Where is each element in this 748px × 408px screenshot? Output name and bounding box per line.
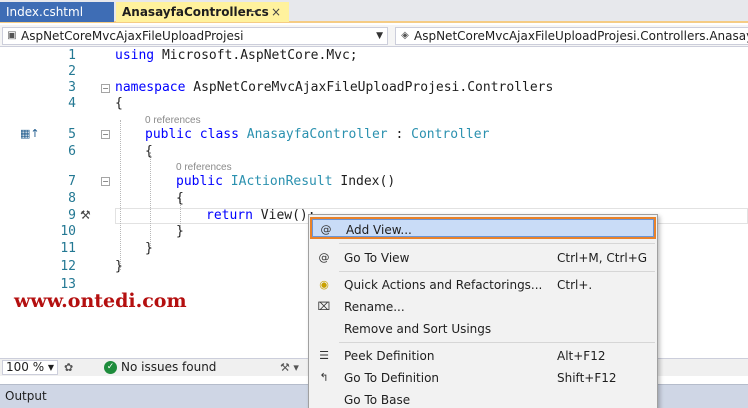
line-number: 3 (68, 80, 76, 95)
zoom-dropdown[interactable]: 100 % ▼ (2, 360, 58, 375)
menu-separator (339, 342, 655, 343)
tab-label: Index.cshtml (6, 5, 84, 19)
menu-item-label: Go To Definition (344, 371, 440, 385)
line-number: 8 (68, 191, 76, 206)
close-icon[interactable]: × (271, 2, 281, 22)
intellicode-icon[interactable]: ✿ (64, 359, 73, 376)
menu-item-label: Add View... (346, 223, 412, 237)
csharp-project-icon: ▣ (7, 30, 17, 41)
code-line: 3 namespace AspNetCoreMvcAjaxFileUploadP… (0, 80, 748, 96)
menu-item-label: Remove and Sort Usings (344, 322, 492, 336)
tab-index-cshtml[interactable]: Index.cshtml (0, 2, 114, 22)
code-text: { (145, 144, 153, 159)
line-number: 10 (60, 224, 76, 239)
menu-separator (339, 271, 655, 272)
codelens-references[interactable]: 0 references (145, 115, 201, 126)
code-text: } (145, 241, 153, 256)
menu-item-add-view[interactable]: @ Add View... (310, 217, 656, 239)
code-text: } (176, 224, 184, 239)
code-line: 5 public class AnasayfaController : Cont… (0, 127, 748, 143)
line-number: 5 (68, 127, 76, 142)
menu-item-quick-actions[interactable]: ◉ Quick Actions and Refactorings... Ctrl… (310, 274, 656, 296)
code-text: public IActionResult Index() (176, 174, 396, 189)
menu-item-rename[interactable]: ⌧ Rename... (310, 296, 656, 318)
class-icon: ◈ (401, 30, 409, 41)
line-number: 11 (60, 241, 76, 256)
code-line: 8 { (0, 191, 748, 207)
menu-item-shortcut: Shift+F12 (557, 371, 617, 385)
go-to-definition-icon: ↰ (319, 371, 329, 384)
menu-item-shortcut: Ctrl+M, Ctrl+G (557, 251, 648, 265)
menu-separator (339, 243, 655, 244)
menu-item-label: Rename... (344, 300, 405, 314)
line-number: 2 (68, 64, 76, 79)
code-text: { (115, 96, 123, 111)
line-number: 6 (68, 144, 76, 159)
code-text: public class AnasayfaController : Contro… (145, 127, 490, 142)
menu-item-remove-sort-usings[interactable]: Remove and Sort Usings (310, 318, 656, 340)
code-line: 7 public IActionResult Index() (0, 174, 748, 190)
tab-anasayfa-controller[interactable]: AnasayfaController.cs ⊸ × (116, 2, 289, 22)
code-cleanup-icon[interactable]: ⚒ ▾ (280, 359, 299, 376)
project-dropdown[interactable]: ▣ AspNetCoreMvcAjaxFileUploadProjesi ▼ (2, 27, 388, 45)
project-dropdown-value: AspNetCoreMvcAjaxFileUploadProjesi (21, 29, 244, 43)
rename-icon: ⌧ (317, 300, 331, 313)
code-line: 2 (0, 64, 748, 80)
code-line: 6 { (0, 144, 748, 160)
zoom-value: 100 % (6, 360, 45, 374)
check-circle-icon: ✓ (104, 361, 117, 374)
watermark: www.ontedi.com (14, 290, 187, 312)
peek-definition-icon: ☰ (319, 349, 329, 362)
code-text: namespace AspNetCoreMvcAjaxFileUploadPro… (115, 80, 554, 95)
menu-item-label: Quick Actions and Refactorings... (344, 278, 543, 292)
line-number: 9 (68, 208, 76, 223)
navigation-bar: ▣ AspNetCoreMvcAjaxFileUploadProjesi ▼ ◈… (0, 25, 748, 47)
context-menu: @ Add View... @ Go To View Ctrl+M, Ctrl+… (308, 214, 658, 408)
lightbulb-icon: ◉ (319, 278, 329, 291)
menu-item-shortcut: Ctrl+. (557, 278, 593, 292)
pin-icon[interactable]: ⊸ (249, 2, 258, 22)
line-number: 1 (68, 48, 76, 63)
code-line: 4 { (0, 96, 748, 112)
codelens-references[interactable]: 0 references (176, 162, 232, 173)
issues-status[interactable]: No issues found (121, 360, 216, 375)
chevron-down-icon: ▼ (376, 31, 383, 41)
code-text: return View(); (206, 208, 316, 223)
menu-item-shortcut: Alt+F12 (557, 349, 606, 363)
line-number: 4 (68, 96, 76, 111)
line-number: 12 (60, 259, 76, 274)
code-text: using Microsoft.AspNetCore.Mvc; (115, 48, 358, 63)
code-line: 1 using Microsoft.AspNetCore.Mvc; (0, 48, 748, 64)
code-text: } (115, 259, 123, 274)
line-number: 7 (68, 174, 76, 189)
document-tab-strip: Index.cshtml AnasayfaController.cs ⊸ × (0, 0, 748, 23)
menu-item-label: Go To Base (344, 393, 411, 407)
tab-label: AnasayfaController.cs (122, 5, 269, 19)
menu-item-peek-definition[interactable]: ☰ Peek Definition Alt+F12 (310, 345, 656, 367)
menu-item-go-to-view[interactable]: @ Go To View Ctrl+M, Ctrl+G (310, 247, 656, 269)
type-dropdown-value: AspNetCoreMvcAjaxFileUploadProjesi.Contr… (414, 29, 748, 43)
menu-item-go-to-base[interactable]: Go To Base (310, 389, 656, 408)
menu-item-go-to-definition[interactable]: ↰ Go To Definition Shift+F12 (310, 367, 656, 389)
add-view-icon: @ (320, 223, 332, 236)
menu-item-label: Peek Definition (344, 349, 435, 363)
go-to-view-icon: @ (318, 251, 330, 264)
type-dropdown[interactable]: ◈ AspNetCoreMvcAjaxFileUploadProjesi.Con… (395, 27, 748, 45)
code-text: { (176, 191, 184, 206)
menu-item-label: Go To View (344, 251, 410, 265)
chevron-down-icon: ▼ (47, 363, 54, 372)
output-panel-title[interactable]: Output (5, 389, 47, 403)
